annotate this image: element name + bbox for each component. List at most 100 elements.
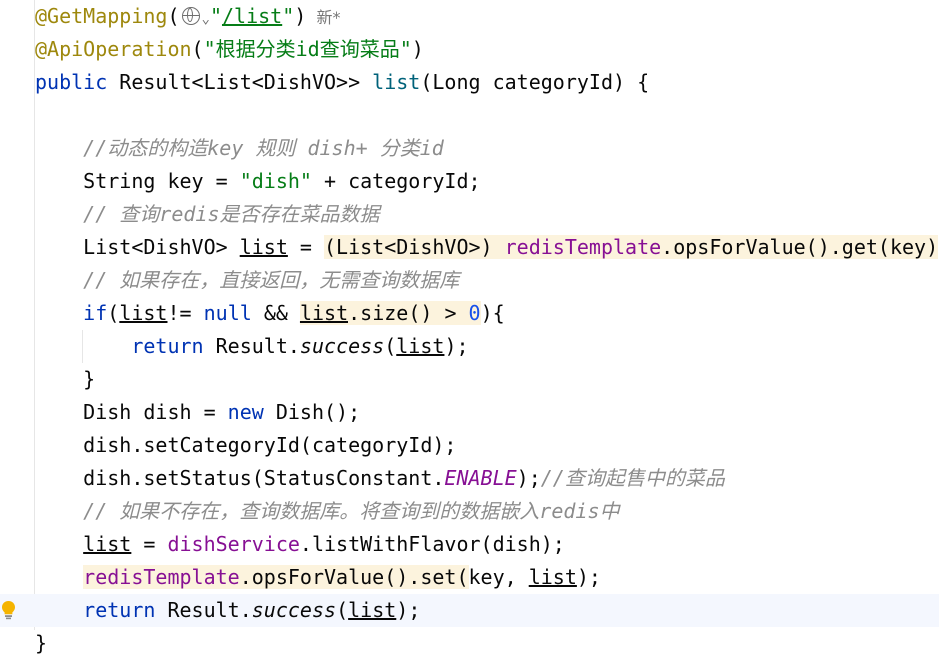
- code-token: !=: [167, 301, 204, 325]
- code-line-text: String key = "dish" + categoryId;: [35, 165, 481, 198]
- code-line-text: Dish dish = new Dish();: [35, 396, 360, 429]
- code-token: success: [251, 598, 337, 622]
- code-token: success: [299, 334, 385, 358]
- code-line[interactable]: @ApiOperation("根据分类id查询菜品"): [0, 33, 939, 66]
- code-token: (: [167, 4, 180, 28]
- code-line-text: //动态的构造key 规则 dish+ 分类id: [35, 132, 444, 165]
- code-token: Result<List<DishVO>>: [119, 70, 373, 94]
- code-token: list: [299, 301, 349, 325]
- code-line[interactable]: // 如果不存在，查询数据库。将查询到的数据嵌入redis中: [0, 495, 939, 528]
- code-line-text: // 查询redis是否存在菜品数据: [35, 198, 380, 231]
- code-token: (: [191, 37, 204, 61]
- code-token: @GetMapping: [35, 4, 168, 28]
- code-line[interactable]: }: [0, 627, 939, 660]
- code-token: redisTemplate: [504, 235, 662, 259]
- code-token: list: [348, 598, 397, 622]
- code-token: return: [131, 334, 216, 358]
- code-token: .opsForValue().get(key): [661, 235, 939, 259]
- code-token: redisTemplate: [83, 565, 240, 589]
- author-hint[interactable]: 新*: [306, 8, 340, 27]
- code-token: null: [203, 301, 252, 325]
- code-token: .listWithFlavor(dish);: [299, 532, 565, 556]
- code-token: new: [227, 400, 276, 424]
- code-line[interactable]: List<DishVO> list = (List<DishVO>) redis…: [0, 231, 939, 264]
- code-line-text: return Result.success(list);: [35, 594, 420, 627]
- code-line-text: List<DishVO> list = (List<DishVO>) redis…: [35, 231, 939, 264]
- code-token: 0: [468, 301, 481, 325]
- code-token: // 查询redis是否存在菜品数据: [35, 202, 380, 226]
- code-token: =: [131, 532, 168, 556]
- code-line-text: // 如果存在，直接返回，无需查询数据库: [35, 264, 459, 297]
- code-line-text: public Result<List<DishVO>> list(Long ca…: [35, 66, 649, 99]
- code-token: // 如果不存在，查询数据库。将查询到的数据嵌入redis中: [35, 499, 620, 523]
- code-line[interactable]: return Result.success(list);: [0, 594, 939, 627]
- code-line[interactable]: list = dishService.listWithFlavor(dish);: [0, 528, 939, 561]
- code-line[interactable]: public Result<List<DishVO>> list(Long ca…: [0, 66, 939, 99]
- code-token: list: [83, 532, 132, 556]
- code-token: ): [294, 4, 307, 28]
- code-token: // 如果存在，直接返回，无需查询数据库: [35, 268, 460, 292]
- code-token: + categoryId;: [311, 169, 481, 193]
- code-token: Dish();: [275, 400, 361, 424]
- code-line[interactable]: @GetMapping(⌄"/list") 新*: [0, 0, 939, 33]
- code-line-text: // 如果不存在，查询数据库。将查询到的数据嵌入redis中: [35, 495, 620, 528]
- code-token: List<DishVO>: [35, 235, 240, 259]
- code-token: (Long categoryId) {: [420, 70, 650, 94]
- code-token: );: [444, 334, 469, 358]
- code-line[interactable]: String key = "dish" + categoryId;: [0, 165, 939, 198]
- globe-icon[interactable]: ⌄: [180, 4, 210, 28]
- code-token: dish.setStatus(StatusConstant.: [35, 466, 445, 490]
- code-token: );: [396, 598, 421, 622]
- code-token: (List<DishVO>): [324, 235, 505, 259]
- code-line[interactable]: return Result.success(list);: [0, 330, 939, 363]
- code-token: String key =: [35, 169, 240, 193]
- code-token: .opsForValue().set(: [239, 565, 469, 589]
- code-line[interactable]: //动态的构造key 规则 dish+ 分类id: [0, 132, 939, 165]
- code-token: list: [119, 301, 168, 325]
- code-token: "根据分类id查询菜品": [203, 37, 412, 61]
- code-line[interactable]: dish.setStatus(StatusConstant.ENABLE);//…: [0, 462, 939, 495]
- code-token: Dish dish =: [35, 400, 228, 424]
- code-line[interactable]: Dish dish = new Dish();: [0, 396, 939, 429]
- code-token: }: [35, 631, 48, 655]
- code-line[interactable]: redisTemplate.opsForValue().set(key, lis…: [0, 561, 939, 594]
- code-token: list: [239, 235, 288, 259]
- code-token: (: [384, 334, 397, 358]
- code-line-text: list = dishService.listWithFlavor(dish);: [35, 528, 565, 561]
- code-token: list: [528, 565, 577, 589]
- code-token: (: [336, 598, 349, 622]
- code-line[interactable]: // 如果存在，直接返回，无需查询数据库: [0, 264, 939, 297]
- code-line-text: @ApiOperation("根据分类id查询菜品"): [35, 33, 424, 66]
- code-token: list: [372, 70, 421, 94]
- code-token: (: [107, 301, 120, 325]
- lightbulb-icon[interactable]: [0, 600, 17, 620]
- code-token: return: [83, 598, 168, 622]
- code-token: );: [516, 466, 541, 490]
- code-token: dishService: [167, 532, 300, 556]
- code-token: ": [282, 4, 295, 28]
- code-editor[interactable]: @GetMapping(⌄"/list") 新* @ApiOperation("根…: [0, 0, 939, 667]
- code-token: ": [209, 4, 222, 28]
- code-line[interactable]: // 查询redis是否存在菜品数据: [0, 198, 939, 231]
- code-token: key,: [468, 565, 529, 589]
- code-line[interactable]: [0, 99, 939, 132]
- code-line-text: dish.setCategoryId(categoryId);: [35, 429, 456, 462]
- code-token: }: [35, 367, 96, 391]
- code-token: ENABLE: [444, 466, 517, 490]
- code-token: /list: [221, 4, 283, 28]
- code-token: //动态的构造key 规则 dish+ 分类id: [35, 136, 444, 160]
- code-line[interactable]: if(list!= null && list.size() > 0){: [0, 297, 939, 330]
- code-line-text: }: [35, 363, 95, 396]
- code-line-text: }: [35, 627, 47, 660]
- code-line[interactable]: dish.setCategoryId(categoryId);: [0, 429, 939, 462]
- code-token: //查询起售中的菜品: [540, 466, 725, 490]
- code-token: =: [287, 235, 324, 259]
- code-token: );: [576, 565, 601, 589]
- code-line[interactable]: }: [0, 363, 939, 396]
- code-token: ){: [480, 301, 505, 325]
- code-token: &&: [251, 301, 300, 325]
